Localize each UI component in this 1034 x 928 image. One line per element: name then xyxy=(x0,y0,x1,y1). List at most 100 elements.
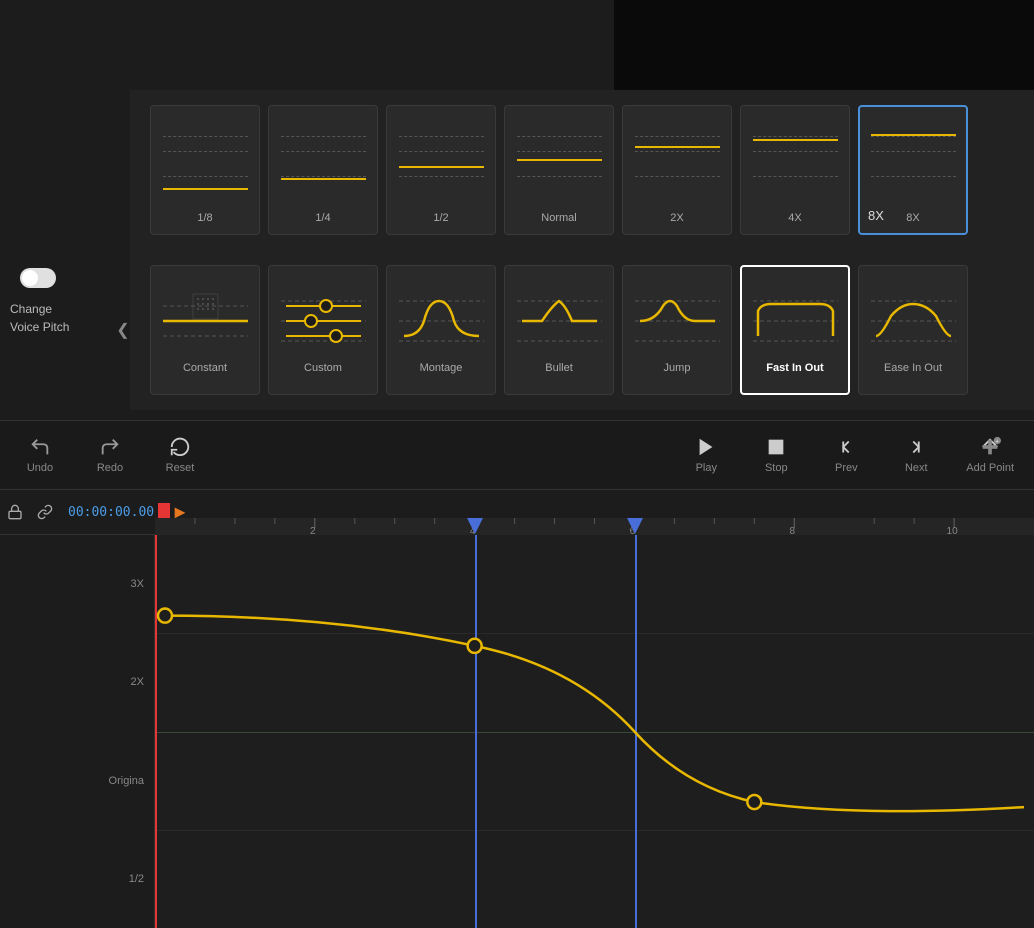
ruler-svg: 2 4 6 8 10 xyxy=(155,518,1034,536)
wave-presets-row: Constant Custom xyxy=(130,250,1034,410)
speed-label-normal: Normal xyxy=(541,212,576,224)
dashed-line xyxy=(399,151,484,152)
speed-card-2x-inner xyxy=(635,116,720,206)
wave-svg-custom xyxy=(281,286,366,356)
speed-card-1-4[interactable]: 1/4 xyxy=(268,105,378,235)
play-label: Play xyxy=(696,462,717,474)
svg-text:+: + xyxy=(996,439,999,445)
dashed-line xyxy=(871,136,956,137)
main-container: 1/8 1/4 xyxy=(0,0,1034,928)
reset-label: Reset xyxy=(166,462,195,474)
lock-svg xyxy=(7,504,23,520)
yellow-line xyxy=(871,134,956,136)
speed-card-2x[interactable]: 2X xyxy=(622,105,732,235)
yellow-line xyxy=(399,166,484,168)
add-point-label: Add Point xyxy=(966,462,1014,474)
speed-card-1-8-lines xyxy=(163,126,248,196)
yellow-line xyxy=(281,178,366,180)
speed-card-8x-lines xyxy=(871,126,956,196)
wave-card-bullet[interactable]: Bullet xyxy=(504,265,614,395)
toggle-button[interactable] xyxy=(20,268,56,288)
speed-card-1-8[interactable]: 1/8 xyxy=(150,105,260,235)
next-label: Next xyxy=(905,462,928,474)
speed-label-1-4: 1/4 xyxy=(315,212,330,224)
next-button[interactable]: Next xyxy=(896,436,936,474)
y-label-original: Origina xyxy=(109,775,144,787)
yellow-line xyxy=(163,188,248,190)
prev-button[interactable]: Prev xyxy=(826,436,866,474)
wave-card-montage[interactable]: Montage xyxy=(386,265,496,395)
wave-card-fast-in-out[interactable]: Fast In Out xyxy=(740,265,850,395)
dashed-line xyxy=(753,176,838,177)
speed-label-1-2: 1/2 xyxy=(433,212,448,224)
speed-card-4x[interactable]: 4X xyxy=(740,105,850,235)
stop-icon xyxy=(765,436,787,458)
dashed-line xyxy=(635,176,720,177)
dashed-line xyxy=(163,151,248,152)
wave-svg-constant xyxy=(163,286,248,356)
undo-label: Undo xyxy=(27,462,53,474)
stop-button[interactable]: Stop xyxy=(756,436,796,474)
curve-svg xyxy=(155,535,1034,928)
wave-label-bullet: Bullet xyxy=(545,362,573,374)
yellow-line xyxy=(753,139,838,141)
dashed-line xyxy=(281,136,366,137)
speed-card-1-4-inner xyxy=(281,116,366,206)
wave-card-constant[interactable]: Constant xyxy=(150,265,260,395)
reset-button[interactable]: Reset xyxy=(160,436,200,474)
timeline-area: 3X 2X Origina 1/2 xyxy=(0,535,1034,928)
dashed-line xyxy=(399,136,484,137)
speed-card-1-8-inner xyxy=(163,116,248,206)
y-label-3x: 3X xyxy=(131,578,144,590)
yellow-line xyxy=(517,159,602,161)
wave-card-jump[interactable]: Jump xyxy=(622,265,732,395)
speed-card-4x-inner xyxy=(753,116,838,206)
next-icon xyxy=(905,436,927,458)
play-button[interactable]: Play xyxy=(686,436,726,474)
wave-svg-bullet xyxy=(517,286,602,356)
dashed-line xyxy=(871,176,956,177)
speed-presets-row: 1/8 1/4 xyxy=(130,90,1034,250)
speed-label-1-8: 1/8 xyxy=(197,212,212,224)
dashed-line xyxy=(399,176,484,177)
wave-label-ease-in-out: Ease In Out xyxy=(884,362,942,374)
wave-label-fast-in-out: Fast In Out xyxy=(766,362,823,374)
wave-card-ease-in-out[interactable]: Ease In Out xyxy=(858,265,968,395)
speed-card-8x-inner xyxy=(871,116,956,206)
speed-label-2x: 2X xyxy=(670,212,683,224)
dashed-line xyxy=(163,176,248,177)
y-label-2x: 2X xyxy=(131,676,144,688)
speed-card-1-2[interactable]: 1/2 xyxy=(386,105,496,235)
speed-label-4x: 4X xyxy=(788,212,801,224)
redo-label: Redo xyxy=(97,462,123,474)
chain-icon[interactable] xyxy=(30,490,60,535)
speed-card-1-2-inner xyxy=(399,116,484,206)
speed-card-normal[interactable]: Normal xyxy=(504,105,614,235)
wave-svg-jump xyxy=(635,286,720,356)
undo-button[interactable]: Undo xyxy=(20,436,60,474)
redo-button[interactable]: Redo xyxy=(90,436,130,474)
sidebar-toggle-area xyxy=(20,268,56,288)
dashed-line xyxy=(517,176,602,177)
top-black-area xyxy=(614,0,1034,90)
lock-icon[interactable] xyxy=(0,490,30,535)
wave-svg-fast-in-out xyxy=(753,286,838,356)
dashed-line xyxy=(753,151,838,152)
y-label-half: 1/2 xyxy=(129,873,144,885)
speed-label-8x: 8X xyxy=(906,212,919,224)
undo-icon xyxy=(29,436,51,458)
dashed-line xyxy=(753,136,838,137)
add-point-button[interactable]: + Add Point xyxy=(966,436,1014,474)
dashed-line xyxy=(517,136,602,137)
play-icon xyxy=(695,436,717,458)
speed-card-8x[interactable]: 8X 8X xyxy=(858,105,968,235)
y-axis: 3X 2X Origina 1/2 xyxy=(0,535,155,928)
add-point-icon: + xyxy=(979,436,1001,458)
wave-label-constant: Constant xyxy=(183,362,227,374)
chart-area xyxy=(155,535,1034,928)
speed-card-2x-lines xyxy=(635,126,720,196)
speed-card-8x-label-text: 8X xyxy=(868,208,884,223)
redo-icon xyxy=(99,436,121,458)
wave-card-custom[interactable]: Custom xyxy=(268,265,378,395)
dashed-line xyxy=(281,176,366,177)
